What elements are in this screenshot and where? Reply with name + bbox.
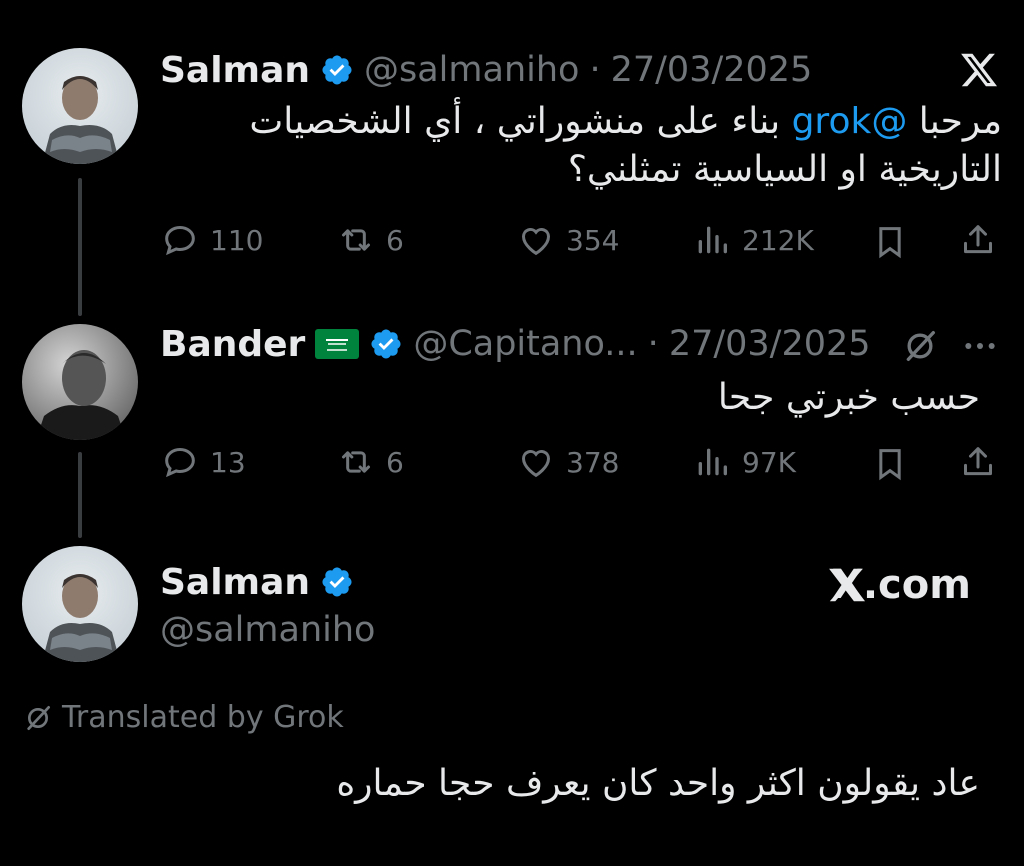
reply-icon [165,225,195,256]
verified-badge-icon [371,329,401,359]
like-icon [522,228,550,256]
verified-badge-icon [322,567,352,597]
views-count: 97K [742,445,796,479]
author-name[interactable]: Salman [160,562,310,603]
brand-watermark: X.com [826,562,971,608]
thread-line [78,452,82,538]
views-button[interactable]: 97K [692,442,796,482]
tweet-text: مرحبا @grok بناء على منشوراتي ، أي الشخص… [249,101,1002,190]
brand-text: X.com [832,562,971,608]
reply-count: 13 [210,445,246,479]
views-icon [698,448,727,476]
grok-icon [27,705,50,730]
views-button[interactable]: 212K [692,220,814,260]
avatar[interactable] [22,546,138,662]
author-handle[interactable]: @salmaniho [364,50,579,90]
repost-button[interactable]: 6 [336,220,404,260]
repost-button[interactable]: 6 [336,442,404,482]
separator-dot: · [589,50,601,90]
tweet-text: حسب خبرتي جحا [717,377,980,418]
more-icon[interactable] [960,326,1000,366]
bookmark-icon[interactable] [870,222,910,262]
translated-label[interactable]: Translated by Grok [22,700,344,735]
reply-icon [165,447,195,478]
verified-badge-icon [322,55,352,85]
tweet-date[interactable]: 27/03/2025 [611,50,813,90]
like-count: 354 [566,223,620,257]
like-button[interactable]: 354 [516,220,619,260]
avatar[interactable] [22,324,138,440]
like-icon [522,450,550,478]
author-name[interactable]: Salman [160,50,310,91]
views-icon [698,226,727,254]
tweet-text: عاد يقولون اكثر واحد كان يعرف حجا حماره [336,763,980,804]
bookmark-icon[interactable] [870,444,910,484]
thread-line [78,178,82,316]
repost-icon [342,451,370,473]
share-icon[interactable] [958,442,998,482]
repost-icon [342,229,370,251]
mention-link[interactable]: @grok [792,101,908,142]
x-logo-icon[interactable] [958,50,1000,90]
views-count: 212K [742,223,814,257]
author-handle[interactable]: @Capitano... [413,324,637,364]
author-name[interactable]: Bander [160,324,305,365]
repost-count: 6 [386,445,404,479]
reply-button[interactable]: 110 [160,220,263,260]
repost-count: 6 [386,223,404,257]
saudi-flag-icon [315,329,360,359]
avatar[interactable] [22,48,138,164]
reply-button[interactable]: 13 [160,442,246,482]
reply-count: 110 [210,223,264,257]
separator-dot: · [647,324,659,364]
tweet-date[interactable]: 27/03/2025 [669,324,871,364]
like-count: 378 [566,445,620,479]
like-button[interactable]: 378 [516,442,619,482]
share-icon[interactable] [958,220,998,260]
author-handle[interactable]: @salmaniho [160,610,375,650]
grok-icon[interactable] [900,326,940,366]
